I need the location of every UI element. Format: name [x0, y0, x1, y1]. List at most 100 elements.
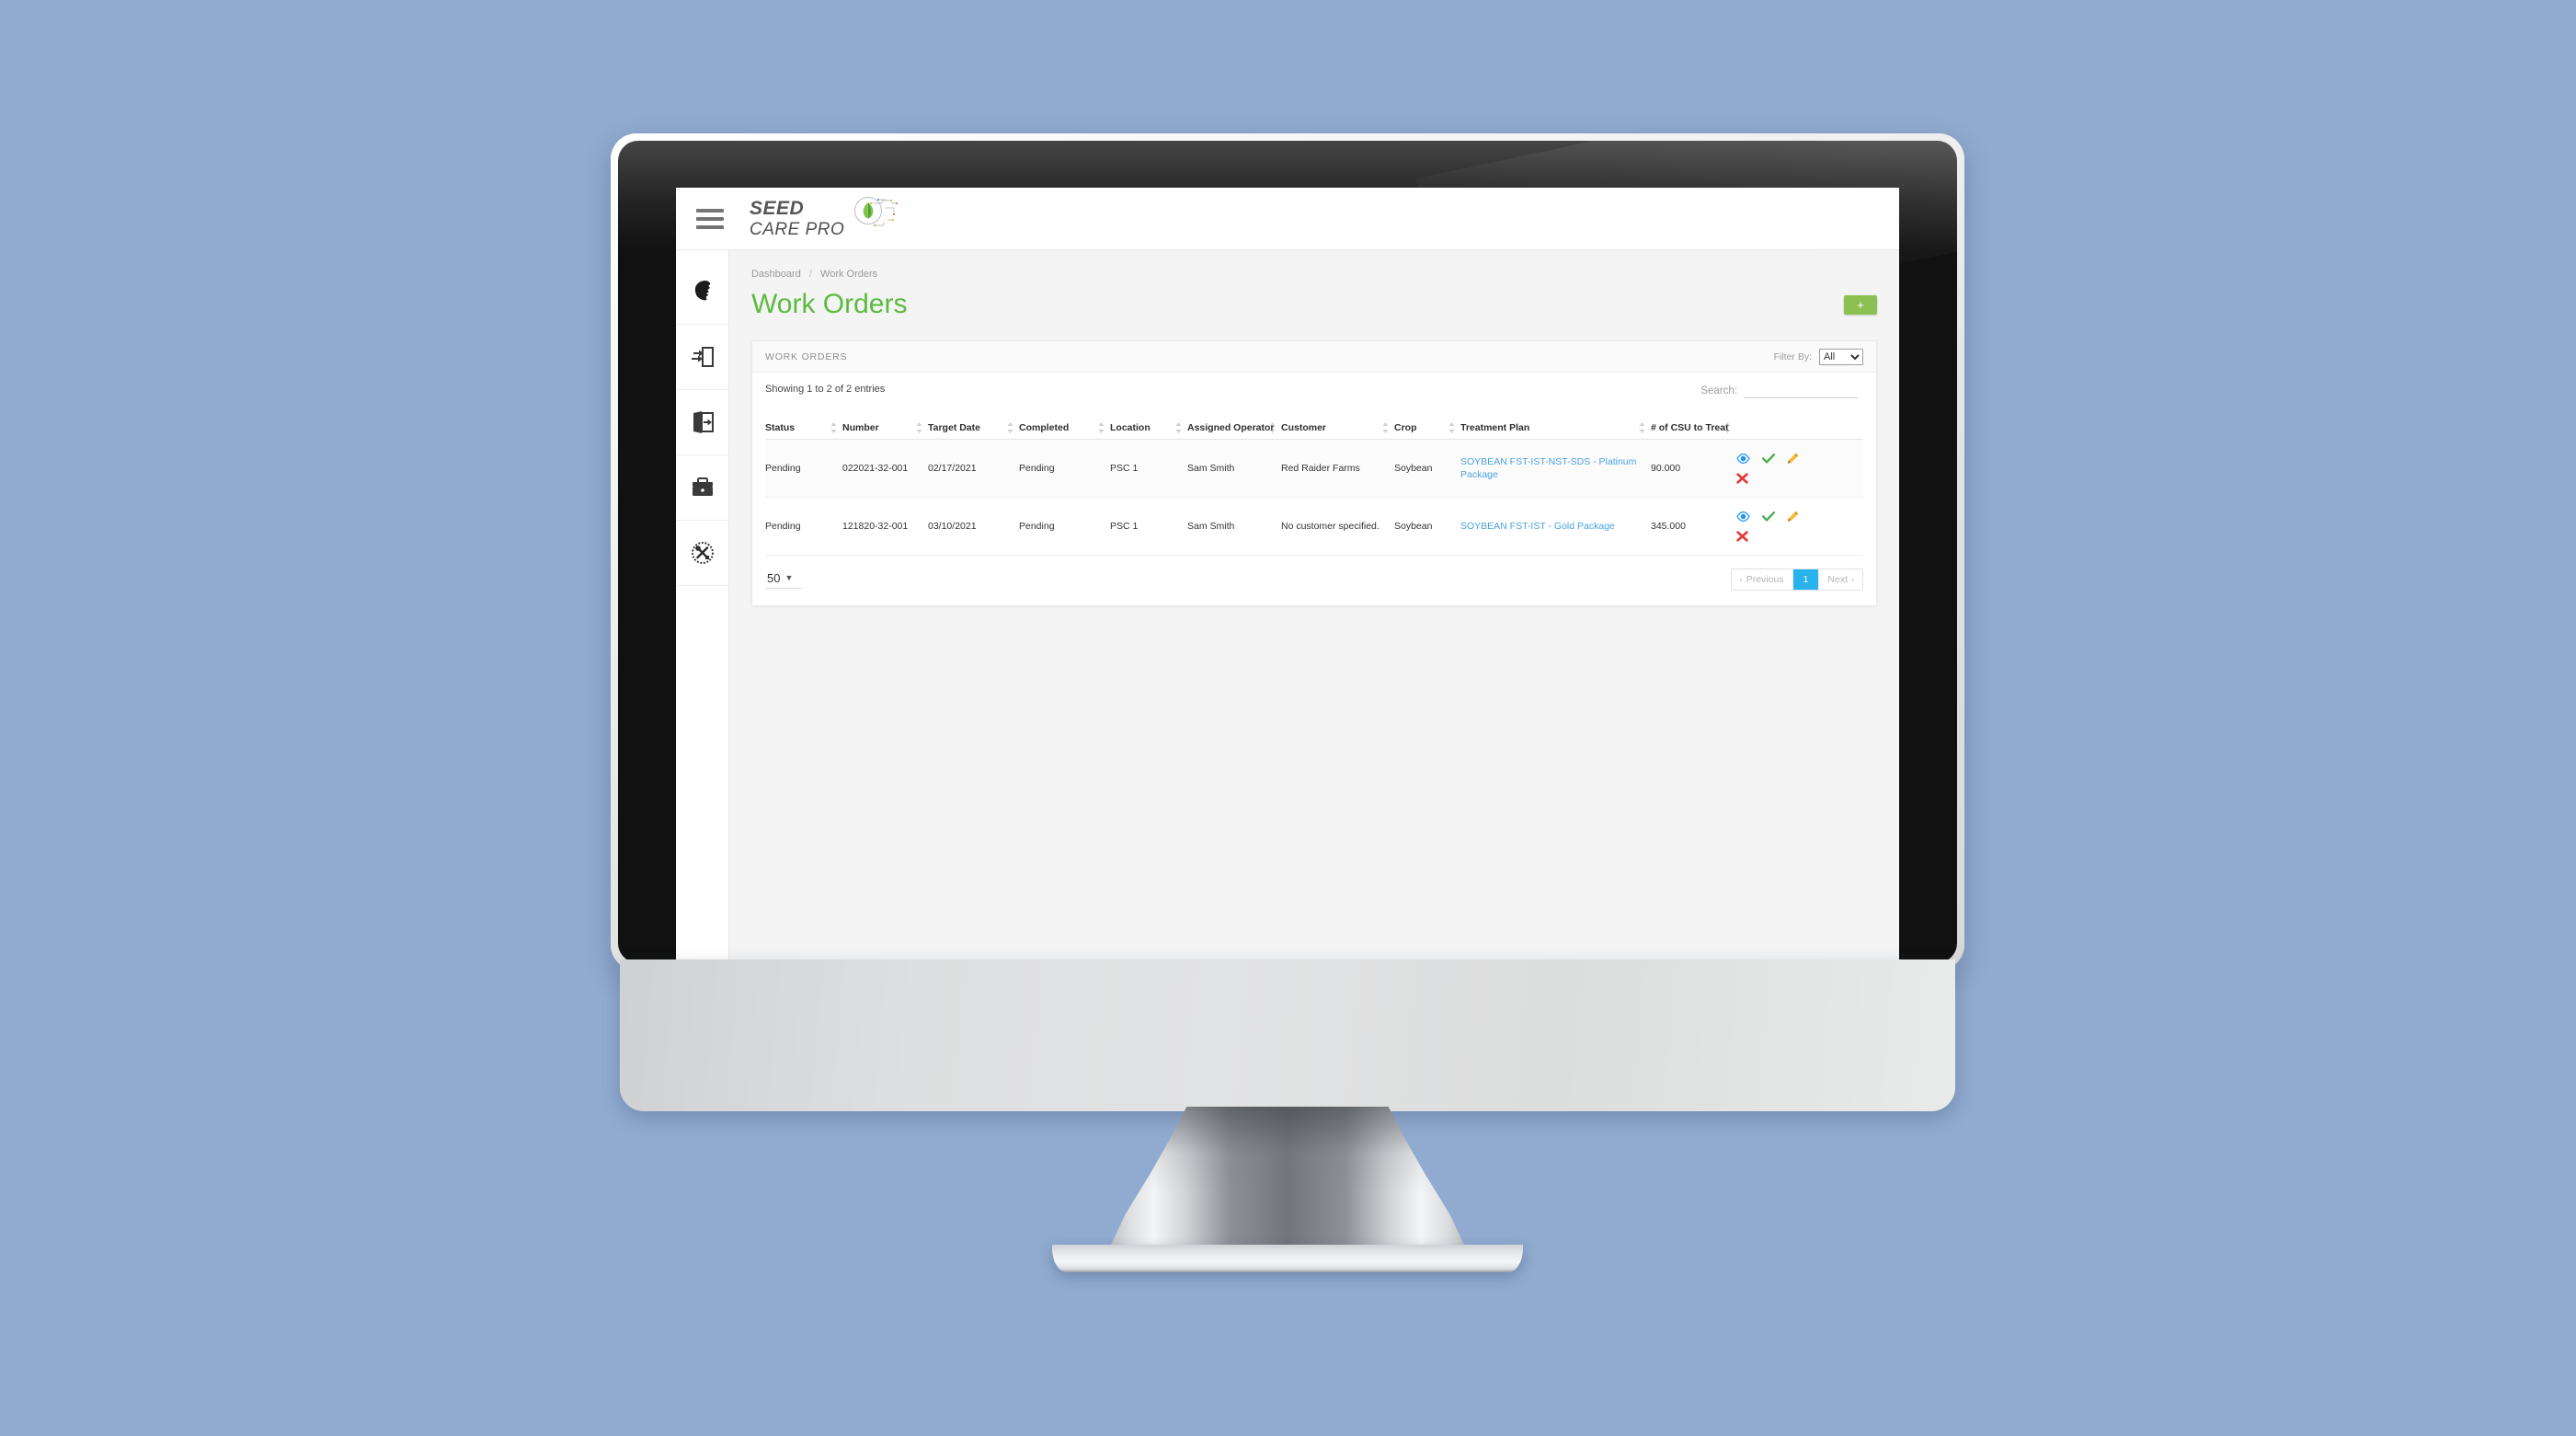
view-icon[interactable]	[1736, 511, 1750, 523]
sidebar-item-toolbox[interactable]	[676, 455, 728, 521]
tools-circle-icon	[691, 542, 714, 564]
breadcrumb-separator: /	[808, 269, 812, 280]
approve-icon[interactable]	[1762, 454, 1775, 464]
page-title: Work Orders	[751, 289, 908, 319]
cell-customer: No customer specified.	[1281, 497, 1394, 557]
column-label-assigned-operator: Assigned Operator	[1187, 422, 1275, 433]
breadcrumb-dashboard[interactable]: Dashboard	[751, 269, 801, 280]
cell-completed: Pending	[1019, 497, 1110, 557]
add-work-order-button[interactable]: +	[1844, 294, 1877, 315]
cell-location: PSC 1	[1110, 497, 1187, 557]
page-size-select[interactable]: 50 ▼	[765, 571, 802, 589]
monitor-inner-frame: SEED CARE PRO Dashboard / Work Orders Wo…	[618, 141, 1957, 963]
column-label-target-date: Target Date	[928, 422, 980, 433]
delete-icon[interactable]	[1736, 531, 1748, 542]
pagination-next[interactable]: Next ›	[1819, 569, 1862, 590]
column-label-number: Number	[842, 422, 879, 433]
cell-treatment-plan: SOYBEAN FST-IST-NST-SDS - Platinum Packa…	[1460, 439, 1651, 499]
pagination-previous-label: Previous	[1746, 574, 1784, 586]
column-header-status[interactable]: Status	[765, 422, 842, 441]
filter-group: Filter By: All	[1773, 348, 1863, 365]
column-header-number[interactable]: Number	[842, 422, 928, 441]
user-profile-icon	[694, 281, 710, 301]
filter-label: Filter By:	[1773, 350, 1812, 362]
cell-number: 121820-32-001	[842, 497, 928, 557]
page-header: Work Orders +	[751, 289, 1877, 320]
card-title: WORK ORDERS	[765, 350, 848, 362]
breadcrumb: Dashboard / Work Orders	[751, 269, 1877, 280]
sidebar-item-sign-in[interactable]	[676, 325, 728, 390]
table-toolbar: Showing 1 to 2 of 2 entries Search:	[765, 384, 1863, 415]
sort-icon	[1007, 422, 1013, 433]
cell-crop: Soybean	[1394, 439, 1460, 499]
cell-actions	[1736, 497, 1863, 557]
column-header-crop[interactable]: Crop	[1394, 422, 1460, 441]
view-icon[interactable]	[1736, 454, 1750, 465]
sign-in-icon	[691, 347, 714, 367]
toolbox-icon	[692, 477, 713, 496]
breadcrumb-current: Work Orders	[820, 269, 878, 280]
monitor-stand-neck	[1107, 1107, 1468, 1265]
sort-icon	[1269, 422, 1276, 433]
filter-by-select[interactable]: All	[1819, 348, 1863, 365]
column-header-target-date[interactable]: Target Date	[928, 422, 1019, 441]
column-label-treatment-plan: Treatment Plan	[1460, 422, 1530, 433]
work-orders-table: Status Number Target Date Completed Loca…	[765, 422, 1863, 557]
cell-target-date: 03/10/2021	[928, 497, 1019, 557]
cell-status: Pending	[765, 497, 842, 557]
column-label-completed: Completed	[1019, 422, 1070, 433]
chevron-right-icon: ›	[1851, 575, 1854, 585]
cell-completed: Pending	[1019, 439, 1110, 499]
delete-icon[interactable]	[1736, 473, 1748, 484]
sort-icon	[1382, 422, 1389, 433]
edit-icon[interactable]	[1787, 511, 1799, 523]
cell-csu-to-treat: 345.000	[1651, 497, 1736, 557]
pagination-page-1[interactable]: 1	[1792, 569, 1820, 591]
column-header-assigned-operator[interactable]: Assigned Operator	[1187, 422, 1281, 441]
card-body: Showing 1 to 2 of 2 entries Search: Stat…	[752, 373, 1876, 605]
column-header-actions	[1736, 422, 1863, 441]
sidebar-item-tools[interactable]	[676, 521, 728, 586]
work-orders-card: WORK ORDERS Filter By: All Showing 1 to …	[751, 340, 1877, 607]
app-logo[interactable]: SEED CARE PRO	[750, 196, 898, 241]
cell-number: 022021-32-001	[842, 439, 928, 499]
table-row: Pending 121820-32-001 03/10/2021 Pending…	[765, 497, 1863, 557]
column-header-customer[interactable]: Customer	[1281, 422, 1394, 441]
app-body: Dashboard / Work Orders Work Orders + WO…	[676, 250, 1899, 963]
column-header-treatment-plan[interactable]: Treatment Plan	[1460, 422, 1651, 441]
search-input[interactable]	[1744, 384, 1858, 398]
column-label-location: Location	[1110, 422, 1151, 433]
treatment-plan-link[interactable]: SOYBEAN FST-IST-NST-SDS - Platinum Packa…	[1460, 456, 1636, 480]
treatment-plan-link[interactable]: SOYBEAN FST-IST - Gold Package	[1460, 521, 1615, 532]
approve-icon[interactable]	[1762, 511, 1775, 522]
screen: SEED CARE PRO Dashboard / Work Orders Wo…	[676, 188, 1899, 963]
chevron-down-icon: ▼	[784, 573, 794, 583]
column-header-csu-to-treat[interactable]: # of CSU to Treat	[1651, 422, 1736, 441]
cell-status: Pending	[765, 439, 842, 499]
column-header-completed[interactable]: Completed	[1019, 422, 1110, 441]
cell-actions	[1736, 439, 1863, 499]
search-label: Search:	[1700, 385, 1737, 396]
sidebar-item-profile[interactable]	[676, 259, 728, 325]
chevron-left-icon: ‹	[1739, 575, 1743, 585]
pagination-previous[interactable]: ‹ Previous	[1732, 569, 1793, 591]
cell-operator: Sam Smith	[1187, 439, 1281, 499]
cell-customer: Red Raider Farms	[1281, 439, 1394, 499]
search-group: Search:	[1700, 384, 1858, 398]
app-header: SEED CARE PRO	[676, 188, 1899, 250]
cell-target-date: 02/17/2021	[928, 439, 1019, 499]
cell-operator: Sam Smith	[1187, 497, 1281, 557]
table-head: Status Number Target Date Completed Loca…	[765, 422, 1863, 441]
cell-treatment-plan: SOYBEAN FST-IST - Gold Package	[1460, 497, 1651, 557]
sort-icon	[1724, 422, 1731, 433]
pagination: ‹ Previous 1 Next ›	[1730, 569, 1863, 592]
entries-info: Showing 1 to 2 of 2 entries	[765, 384, 886, 395]
sidebar-item-sign-out[interactable]	[676, 390, 728, 455]
hamburger-icon[interactable]	[696, 208, 724, 229]
sort-icon	[830, 422, 837, 433]
column-header-location[interactable]: Location	[1110, 422, 1187, 441]
monitor: SEED CARE PRO Dashboard / Work Orders Wo…	[611, 133, 1964, 1283]
edit-icon[interactable]	[1787, 453, 1799, 465]
column-label-crop: Crop	[1394, 422, 1417, 433]
monitor-stand-base	[1052, 1245, 1523, 1272]
